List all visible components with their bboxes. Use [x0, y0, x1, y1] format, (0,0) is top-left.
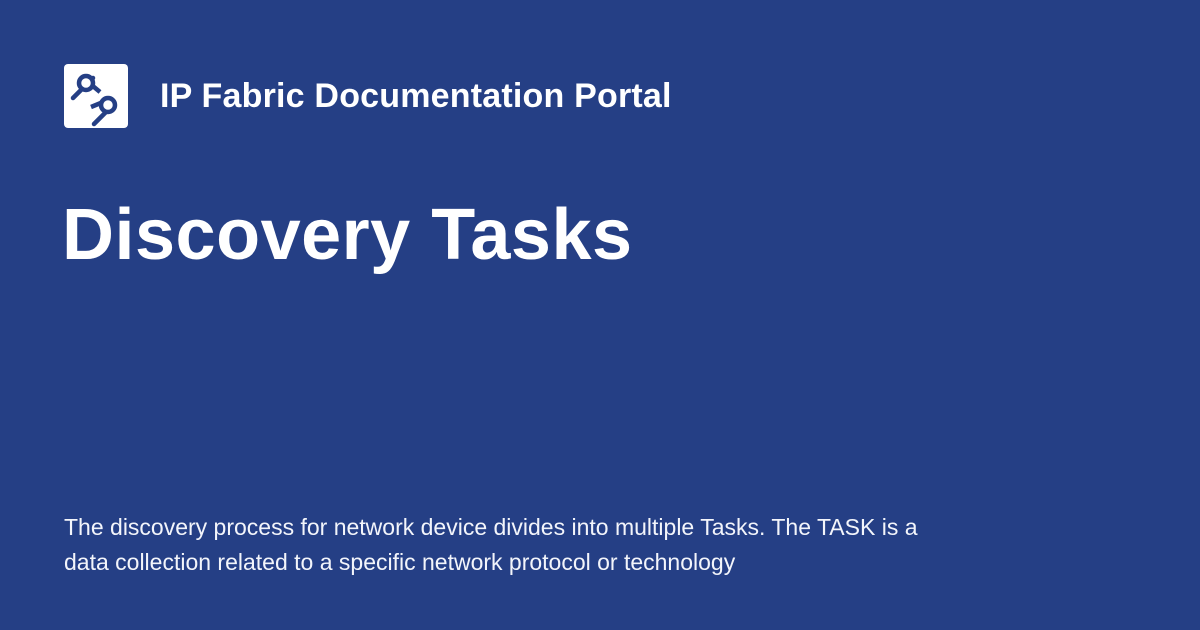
- page-title: Discovery Tasks: [62, 195, 633, 275]
- ipfabric-logo-icon: [64, 64, 128, 128]
- page-description: The discovery process for network device…: [64, 514, 918, 575]
- site-name: IP Fabric Documentation Portal: [160, 77, 672, 115]
- social-card: IP Fabric Documentation Portal Discovery…: [0, 0, 1200, 630]
